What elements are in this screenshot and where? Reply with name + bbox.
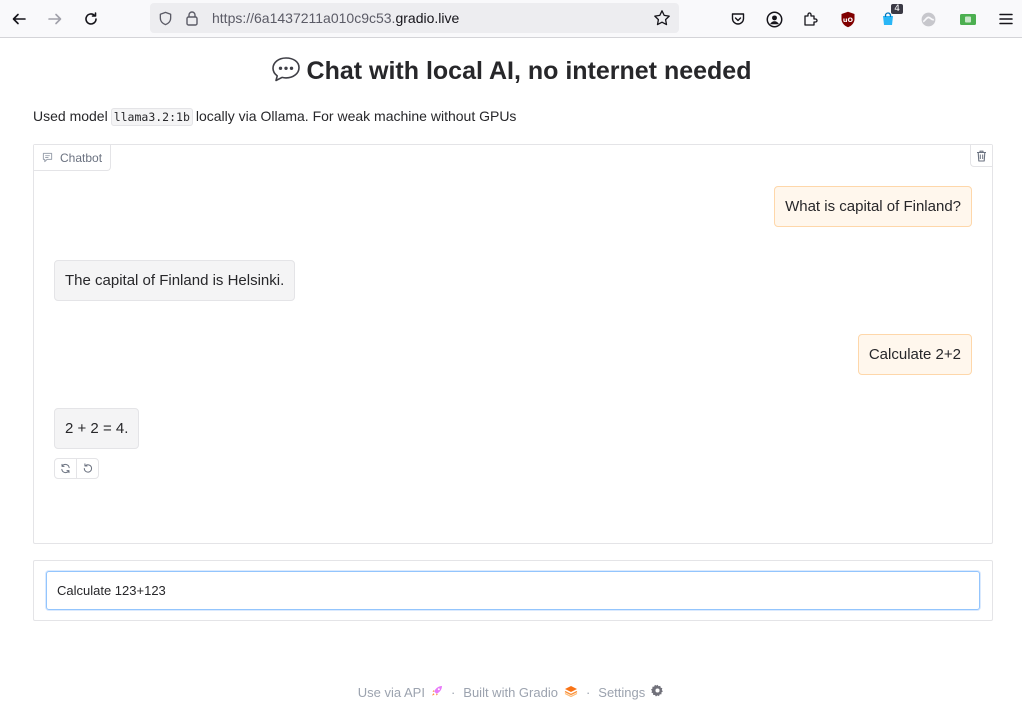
extensions-puzzle-icon[interactable] — [798, 7, 822, 31]
message-actions — [54, 458, 99, 479]
chatbot-panel: Chatbot What is capital of Finland? The … — [33, 144, 993, 544]
account-icon[interactable] — [762, 7, 786, 31]
model-code: llama3.2:1b — [110, 108, 193, 126]
tracking-shield-icon[interactable] — [158, 11, 173, 31]
back-arrow-icon[interactable] — [7, 7, 31, 31]
built-with-gradio-text: Built with Gradio — [463, 684, 558, 700]
user-message: What is capital of Finland? — [774, 186, 972, 227]
input-panel — [33, 560, 993, 621]
url-text: https://6a1437211a010c9c53.gradio.live — [212, 10, 459, 26]
chatbot-label-text: Chatbot — [60, 150, 103, 165]
bookmark-star-icon[interactable] — [653, 9, 671, 32]
reload-icon[interactable] — [79, 7, 103, 31]
settings-link[interactable]: Settings — [598, 684, 664, 700]
footer-separator: · — [585, 684, 591, 700]
speech-balloon-icon — [271, 57, 300, 82]
address-bar[interactable]: https://6a1437211a010c9c53.gradio.live — [150, 3, 679, 33]
pocket-icon[interactable] — [726, 7, 750, 31]
gear-icon — [651, 684, 664, 697]
gradio-logo-icon — [564, 685, 578, 697]
footer-separator: · — [450, 684, 456, 700]
desc-before: Used model — [33, 108, 108, 124]
extension-bag-icon[interactable]: 4 — [876, 4, 903, 31]
ublock-origin-icon[interactable]: uO — [836, 7, 860, 31]
use-via-api-link[interactable]: Use via API — [358, 685, 443, 700]
page-title-text: Chat with local AI, no internet needed — [306, 57, 752, 85]
forward-arrow-icon[interactable] — [43, 7, 67, 31]
lock-icon[interactable] — [185, 10, 199, 31]
extension-green-icon[interactable] — [956, 7, 980, 31]
built-with-gradio-link[interactable]: Built with Gradio — [463, 685, 578, 700]
retry-button[interactable] — [55, 459, 76, 478]
extension-gray-icon[interactable] — [916, 7, 940, 31]
chatbot-label: Chatbot — [34, 145, 112, 171]
chat-icon — [42, 152, 53, 163]
browser-toolbar: https://6a1437211a010c9c53.gradio.live u… — [0, 0, 1022, 38]
page-title: Chat with local AI, no internet needed — [0, 56, 1022, 86]
user-message: Calculate 2+2 — [857, 334, 972, 375]
message-input[interactable] — [46, 571, 980, 610]
bot-message: 2 + 2 = 4. — [54, 408, 140, 449]
use-via-api-text: Use via API — [357, 684, 425, 700]
extension-badge: 4 — [891, 4, 903, 14]
desc-after: locally via Ollama. For weak machine wit… — [195, 108, 517, 124]
svg-text:uO: uO — [843, 16, 854, 24]
footer: Use via API · Built with Gradio · Settin… — [0, 684, 1022, 700]
menu-hamburger-icon[interactable] — [994, 7, 1018, 31]
retry-icon — [61, 463, 70, 474]
rocket-icon — [431, 685, 443, 697]
clear-chat-button[interactable] — [970, 145, 992, 167]
undo-icon — [84, 463, 93, 473]
trash-icon — [977, 150, 986, 162]
settings-text: Settings — [598, 685, 646, 700]
url-prefix: https://6a1437211a010c9c53. — [212, 10, 396, 26]
url-host: gradio.live — [395, 10, 460, 26]
model-description: Used model llama3.2:1b locally via Ollama.… — [33, 108, 517, 126]
bot-message: The capital of Finland is Helsinki. — [54, 260, 296, 301]
undo-button[interactable] — [76, 459, 98, 478]
